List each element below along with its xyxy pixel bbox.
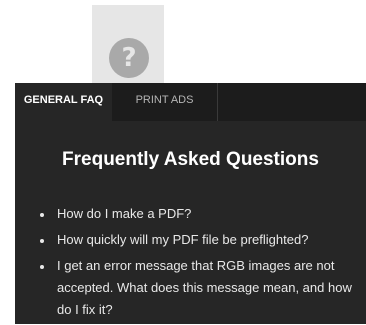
help-tile: ?: [92, 5, 164, 83]
faq-question-item[interactable]: How do I make a PDF?: [40, 203, 363, 225]
tab-print-ads[interactable]: PRINT ADS: [112, 83, 218, 121]
faq-question-item[interactable]: I get an error message that RGB images a…: [40, 255, 363, 321]
question-mark-icon: ?: [109, 38, 149, 78]
faq-question-text[interactable]: How quickly will my PDF file be prefligh…: [57, 232, 308, 247]
tab-general-faq[interactable]: GENERAL FAQ: [15, 83, 112, 121]
tab-bar: GENERAL FAQ PRINT ADS: [15, 83, 366, 121]
faq-question-text[interactable]: How do I make a PDF?: [57, 206, 191, 221]
faq-question-item[interactable]: How quickly will my PDF file be prefligh…: [40, 229, 363, 251]
faq-question-text[interactable]: I get an error message that RGB images a…: [57, 258, 352, 317]
bullet-icon: [40, 213, 44, 217]
faq-heading: Frequently Asked Questions: [62, 149, 319, 170]
bullet-icon: [40, 239, 44, 243]
bullet-icon: [40, 265, 44, 269]
faq-list: How do I make a PDF? How quickly will my…: [35, 203, 363, 325]
faq-panel: GENERAL FAQ PRINT ADS Frequently Asked Q…: [15, 83, 366, 324]
